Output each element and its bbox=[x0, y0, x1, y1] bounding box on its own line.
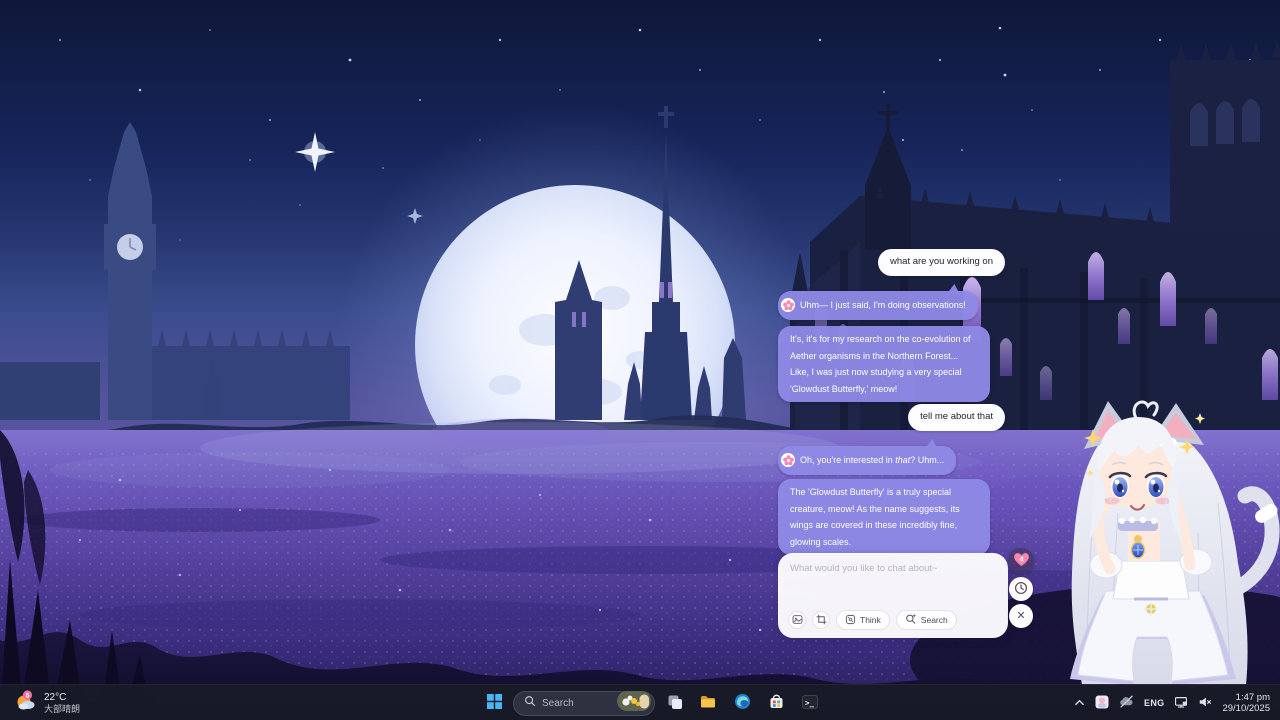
ethernet-icon bbox=[1174, 695, 1188, 712]
store-icon bbox=[768, 693, 785, 713]
chat-message-text: what are you working on bbox=[890, 256, 993, 267]
companion-app-icon bbox=[1095, 695, 1109, 712]
chat-message-text: It's, it's for my research on the co-evo… bbox=[790, 334, 971, 394]
taskbar-search[interactable] bbox=[513, 691, 655, 716]
history-button[interactable] bbox=[1009, 577, 1033, 601]
chat-message-text: The 'Glowdust Butterfly' is a truly spec… bbox=[790, 487, 960, 547]
search-sparkle-icon bbox=[905, 613, 917, 627]
chat-message-user: tell me about that bbox=[908, 404, 1005, 431]
crop-icon bbox=[816, 613, 827, 628]
search-label: Search bbox=[921, 615, 948, 625]
volume-muted-icon bbox=[1198, 695, 1212, 712]
search-button[interactable]: Search bbox=[896, 610, 957, 630]
tray-overflow-button[interactable] bbox=[1070, 689, 1089, 717]
think-icon bbox=[845, 614, 856, 627]
volume-button[interactable] bbox=[1194, 689, 1216, 717]
terminal-button[interactable]: >_ bbox=[795, 688, 825, 718]
image-icon bbox=[792, 613, 803, 628]
weather-sun-cloud-icon: 5 bbox=[14, 689, 38, 718]
task-view-icon bbox=[666, 693, 683, 713]
companion-character[interactable] bbox=[1048, 393, 1280, 685]
weather-widget[interactable]: 5 22°C 大部晴朗 bbox=[6, 685, 88, 720]
chat-input-panel: Think Search bbox=[778, 553, 1008, 638]
chat-toolbar: Think Search bbox=[788, 610, 957, 630]
edge-button[interactable] bbox=[727, 688, 757, 718]
tray-time: 1:47 pm bbox=[1236, 692, 1270, 703]
close-icon: ✕ bbox=[1016, 611, 1025, 622]
chat-message-user: what are you working on bbox=[878, 249, 1005, 276]
chat-message-assistant: The 'Glowdust Butterfly' is a truly spec… bbox=[778, 479, 990, 555]
close-chat-button[interactable]: ✕ bbox=[1009, 604, 1033, 628]
language-indicator[interactable]: ENG bbox=[1140, 689, 1168, 717]
think-label: Think bbox=[860, 615, 881, 625]
favorability-button[interactable]: 4 bbox=[1008, 548, 1034, 574]
desktop: what are you working on Uhm— I just said… bbox=[0, 0, 1280, 720]
taskbar-center: >_ bbox=[479, 685, 825, 720]
tray-companion-app-button[interactable] bbox=[1091, 689, 1113, 717]
chat-message-assistant: It's, it's for my research on the co-evo… bbox=[778, 326, 990, 402]
weather-text: 22°C 大部晴朗 bbox=[44, 692, 80, 715]
think-button[interactable]: Think bbox=[836, 610, 890, 630]
system-tray: ENG 1:47 pm 29/10/2025 bbox=[1070, 685, 1276, 720]
clock-icon bbox=[1014, 581, 1028, 598]
start-button[interactable] bbox=[479, 688, 509, 718]
terminal-icon: >_ bbox=[801, 693, 819, 714]
search-highlight-image bbox=[617, 691, 651, 716]
cloud-slash-icon bbox=[1119, 695, 1134, 711]
chat-message-text: tell me about that bbox=[920, 411, 993, 422]
search-icon bbox=[524, 694, 536, 712]
onedrive-offline-button[interactable] bbox=[1115, 689, 1138, 717]
chat-message-text: Uhm— I just said, I'm doing observations… bbox=[800, 300, 966, 310]
heart-icon: 4 bbox=[1013, 552, 1030, 570]
weather-temperature: 22°C bbox=[44, 692, 80, 704]
tray-date: 29/10/2025 bbox=[1222, 703, 1270, 714]
edge-icon bbox=[734, 693, 751, 713]
network-button[interactable] bbox=[1170, 689, 1192, 717]
chat-message-assistant: Oh, you're interested in that? Uhm... bbox=[778, 446, 956, 475]
chat-message-assistant: Uhm— I just said, I'm doing observations… bbox=[778, 291, 978, 320]
chat-input[interactable] bbox=[784, 559, 998, 601]
file-explorer-button[interactable] bbox=[693, 688, 723, 718]
flower-avatar-icon bbox=[781, 453, 795, 467]
attach-image-button[interactable] bbox=[788, 611, 806, 629]
weather-condition: 大部晴朗 bbox=[44, 704, 80, 715]
taskbar-search-input[interactable] bbox=[542, 698, 611, 709]
taskbar: 5 22°C 大部晴朗 bbox=[0, 684, 1280, 720]
screenshot-button[interactable] bbox=[812, 611, 830, 629]
windows-logo-icon bbox=[487, 694, 502, 712]
weather-badge: 5 bbox=[26, 692, 30, 699]
flower-avatar-icon bbox=[781, 298, 795, 312]
terminal-prompt-glyph: >_ bbox=[805, 698, 815, 707]
chevron-up-icon bbox=[1074, 696, 1085, 711]
microsoft-store-button[interactable] bbox=[761, 688, 791, 718]
folder-icon bbox=[699, 693, 717, 714]
chat-message-text: Oh, you're interested in that? Uhm... bbox=[800, 455, 944, 465]
task-view-button[interactable] bbox=[659, 688, 689, 718]
taskbar-clock[interactable]: 1:47 pm 29/10/2025 bbox=[1218, 689, 1276, 717]
